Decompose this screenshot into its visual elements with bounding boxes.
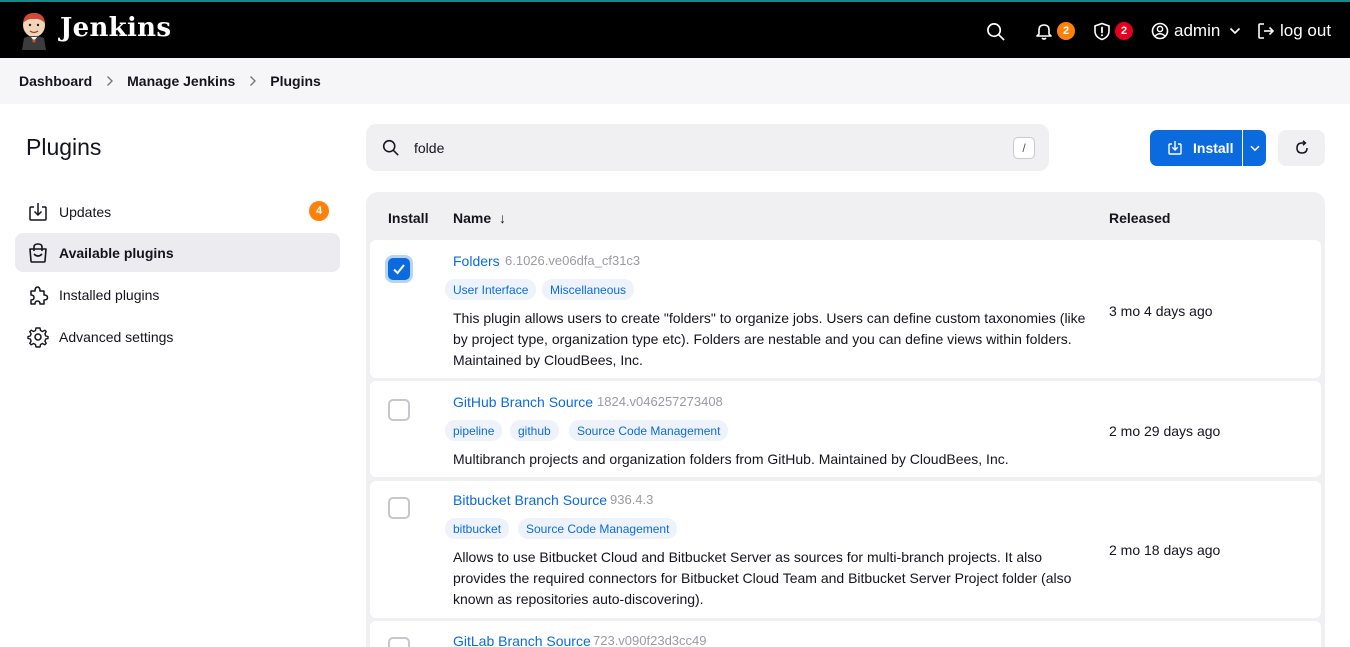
sidebar-item-label: Installed plugins [59,286,160,303]
top-header: Jenkins 2 2 admin log out [0,0,1350,58]
install-button[interactable]: Install [1150,130,1242,166]
sidebar-item-available-plugins[interactable]: Available plugins [15,233,340,272]
install-label: Install [1193,140,1234,156]
plugin-version: 1824.v046257273408 [597,394,723,409]
plugin-tag[interactable]: Source Code Management [569,420,729,441]
column-header-name-label: Name [453,210,492,226]
install-checkbox[interactable] [388,497,410,519]
user-icon [1151,22,1169,40]
gear-icon [27,327,49,348]
install-checkbox[interactable] [388,399,410,421]
plugin-released: 3 mo 4 days ago [1109,303,1213,319]
logout-link[interactable]: log out [1257,2,1331,60]
plugin-tag[interactable]: User Interface [445,279,537,300]
plugin-name-link[interactable]: Bitbucket Branch Source [453,492,607,508]
security-button[interactable]: 2 [1093,2,1133,60]
plugin-description: Allows to use Bitbucket Cloud and Bitbuc… [453,549,1072,607]
plugin-released: 2 mo 29 days ago [1109,423,1221,439]
install-checkbox[interactable] [388,637,410,647]
search-button[interactable] [986,2,1005,60]
chevron-right-icon [249,75,257,87]
breadcrumb-dashboard[interactable]: Dashboard [19,73,92,89]
plugin-tag[interactable]: pipeline [445,420,503,441]
search-input[interactable] [414,136,974,160]
plugin-released: 2 mo 18 days ago [1109,542,1221,558]
breadcrumb-plugins[interactable]: Plugins [270,73,321,89]
puzzle-icon [30,286,49,305]
sidebar-item-advanced-settings[interactable]: Advanced settings [15,317,340,356]
search-icon [382,139,399,156]
plugin-version: 6.1026.ve06dfa_cf31c3 [505,253,641,268]
notifications-badge: 2 [1057,22,1075,40]
chevron-down-icon [1230,27,1241,35]
sidebar-item-installed-plugins[interactable]: Installed plugins [15,275,340,314]
plugin-tag[interactable]: bitbucket [445,518,510,539]
plugin-version: 936.4.3 [610,492,654,507]
install-checkbox[interactable] [388,258,410,280]
search-icon [987,22,1005,40]
jenkins-butler-icon [22,13,46,50]
column-header-name[interactable]: Name ↓ [453,210,506,226]
column-header-install: Install [388,210,429,226]
breadcrumb: Dashboard Manage Jenkins Plugins [0,58,1350,104]
chevron-right-icon [106,75,114,87]
plugin-description: Multibranch projects and organization fo… [453,451,1009,467]
logout-icon [1258,23,1275,39]
plugin-tag[interactable]: github [510,420,559,441]
bell-icon [1036,23,1052,40]
search-box [366,124,1049,171]
sidebar-item-label: Updates [59,203,112,220]
download-icon [29,203,47,221]
keyboard-shortcut-hint: / [1013,137,1035,159]
breadcrumb-manage-jenkins[interactable]: Manage Jenkins [127,73,235,89]
refresh-icon [1295,140,1308,154]
chevron-down-icon [1249,145,1260,151]
logout-label: log out [1280,21,1332,40]
plugin-description: This plugin allows users to create "fold… [453,310,1086,368]
user-menu[interactable]: admin [1151,2,1241,60]
plugin-name-link[interactable]: GitLab Branch Source [453,633,591,647]
shopping-bag-icon [29,243,47,263]
plugin-tag[interactable]: Miscellaneous [542,279,635,300]
security-badge: 2 [1115,22,1133,40]
checkmark-icon [393,264,405,275]
column-header-released: Released [1109,210,1171,226]
brand-name[interactable]: Jenkins [60,13,171,43]
sort-arrow-icon: ↓ [499,210,507,226]
notifications-button[interactable]: 2 [1035,2,1075,60]
plugin-name-link[interactable]: Folders [453,253,500,269]
sidebar-item-label: Available plugins [59,244,174,261]
sidebar-item-updates[interactable]: Updates 4 [15,192,340,231]
sidebar-item-label: Advanced settings [59,328,174,345]
plugin-name-link[interactable]: GitHub Branch Source [453,394,593,410]
install-options-button[interactable] [1243,130,1266,166]
jenkins-logo[interactable] [18,10,50,50]
user-name: admin [1174,21,1221,40]
updates-badge: 4 [309,201,329,221]
plugin-version: 723.v090f23d3cc49 [593,633,707,647]
shield-icon [1094,22,1110,40]
refresh-button[interactable] [1278,130,1325,166]
page-title: Plugins [26,134,102,160]
plugin-tag[interactable]: Source Code Management [518,518,678,539]
download-icon [1168,141,1182,155]
